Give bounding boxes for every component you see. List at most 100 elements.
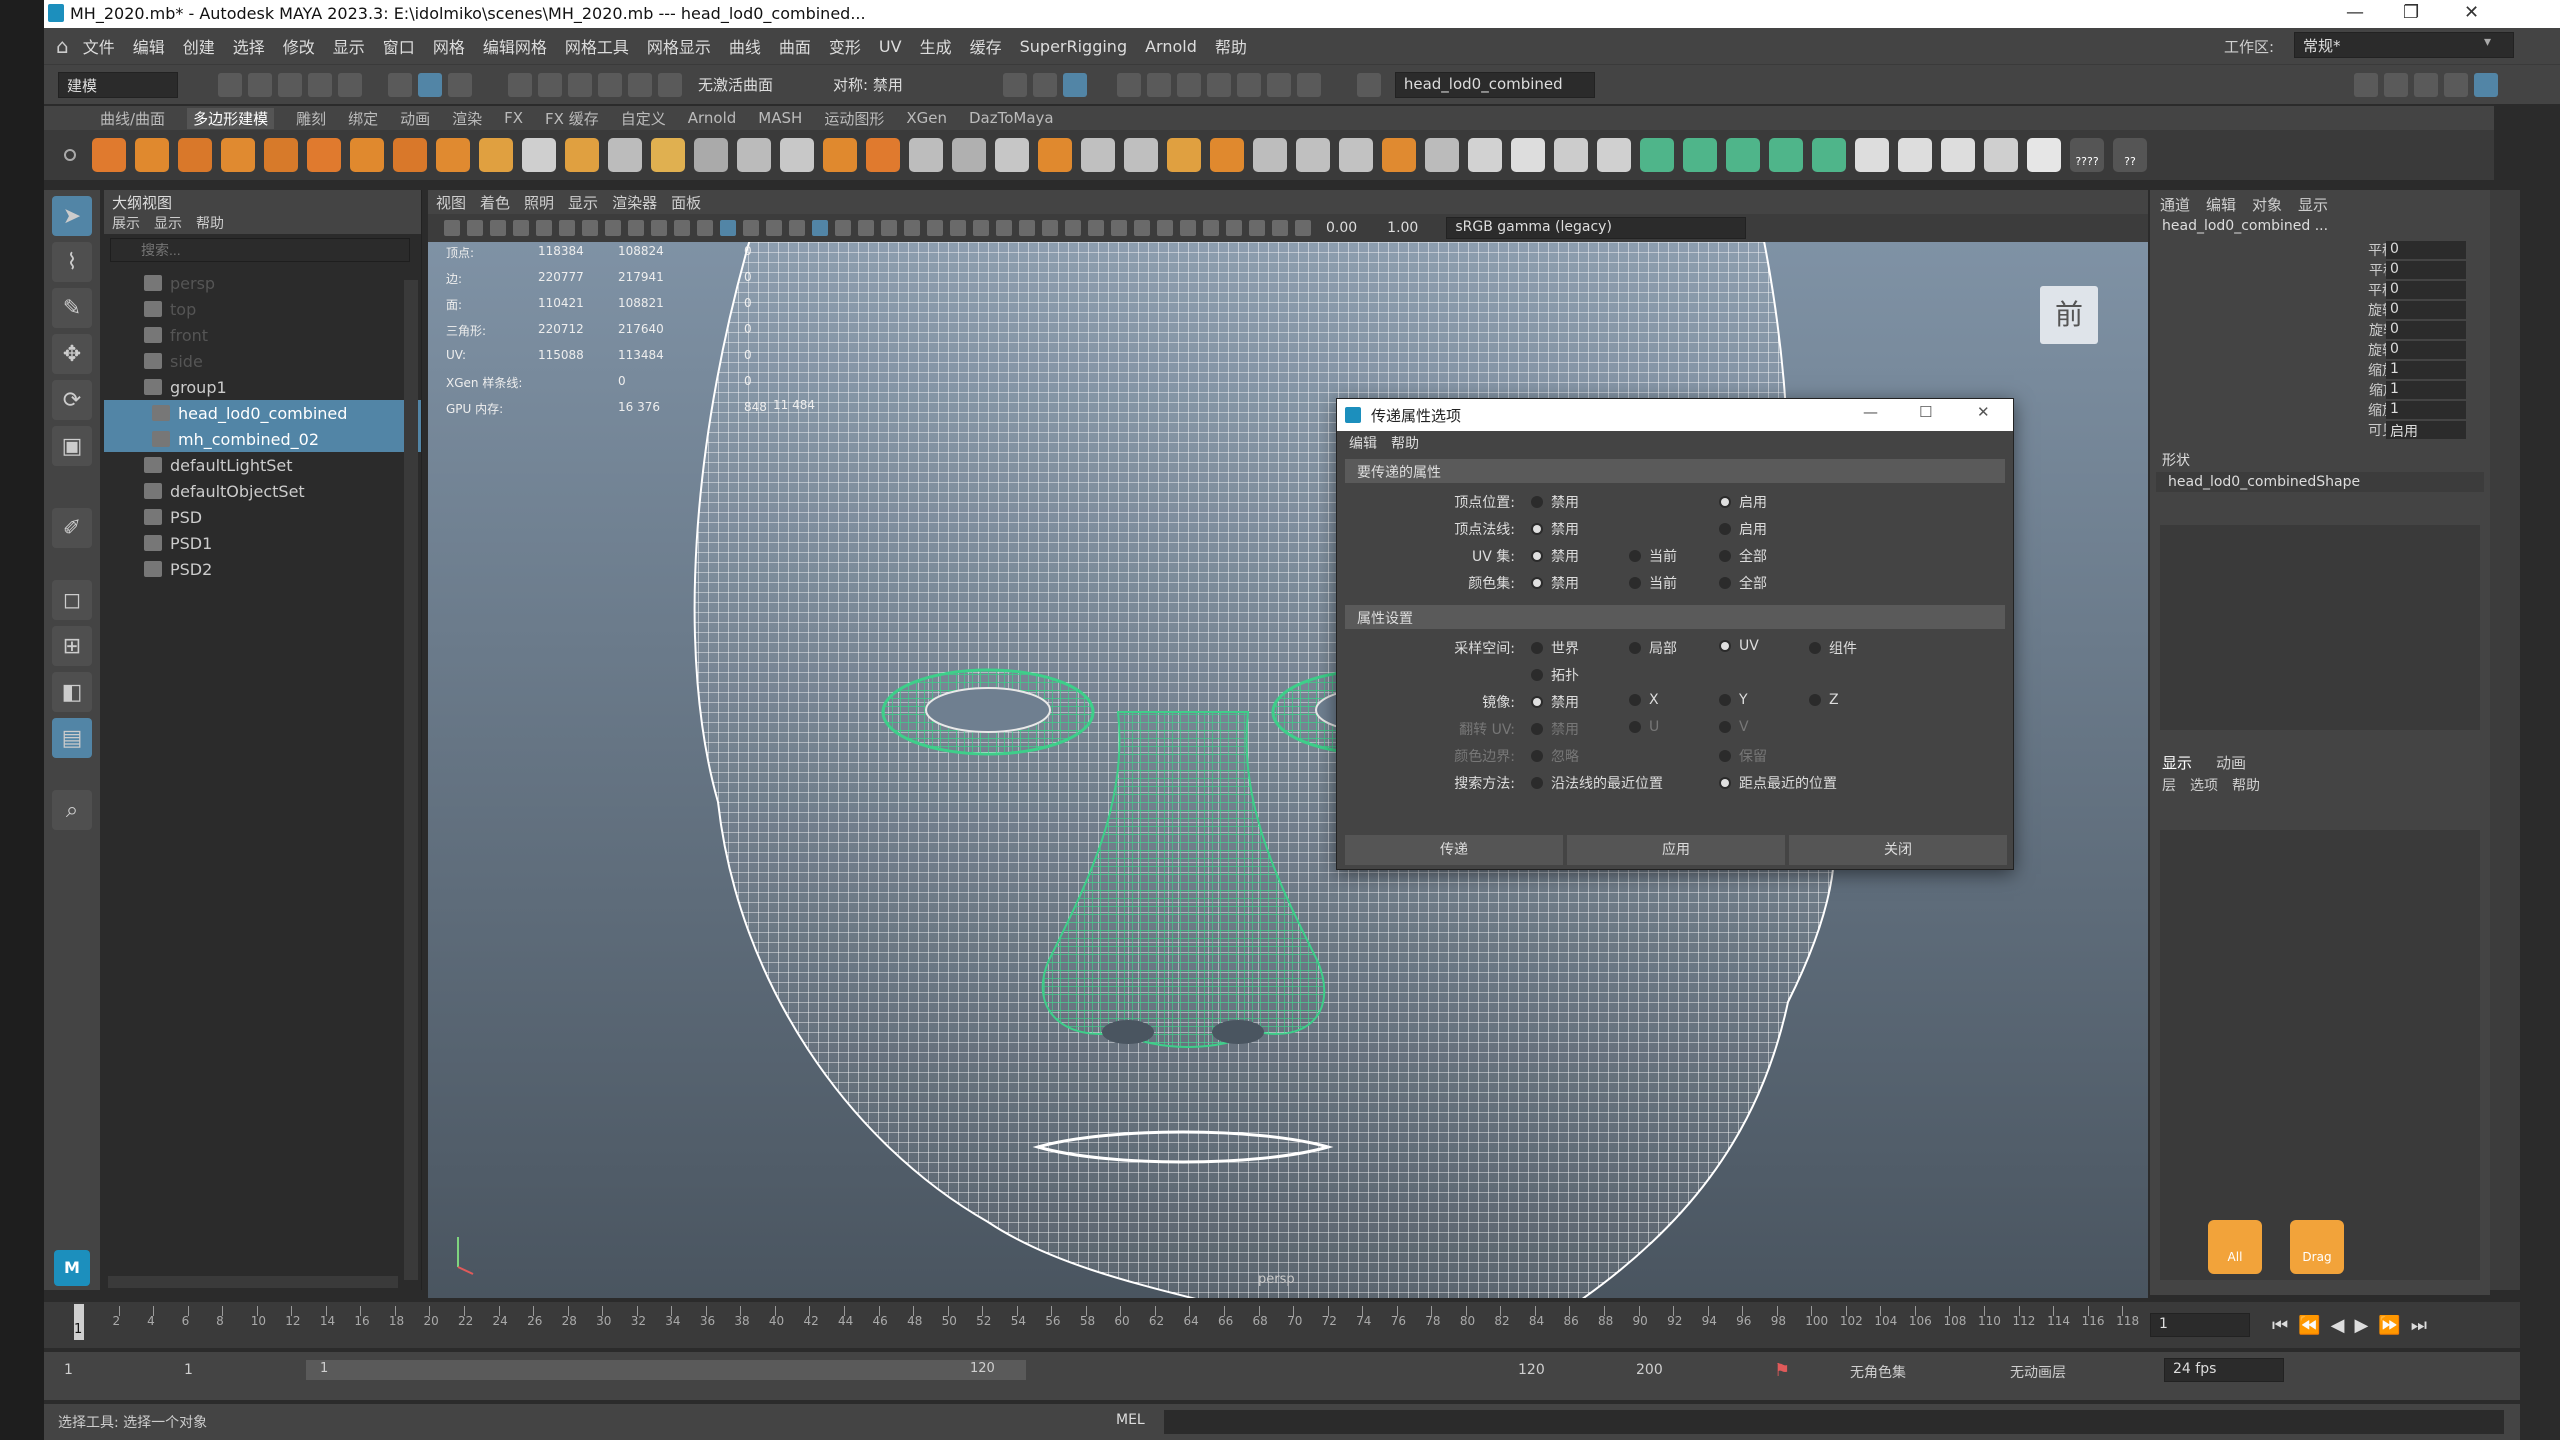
- radio-button[interactable]: [1719, 777, 1731, 789]
- shelf-tool-icon[interactable]: [694, 138, 728, 172]
- radio-option[interactable]: 禁用: [1531, 573, 1579, 593]
- render-frame-icon[interactable]: [1062, 72, 1087, 97]
- shelf-tab[interactable]: 多边形建模: [187, 107, 275, 129]
- viewport-tool-icon[interactable]: [927, 220, 943, 236]
- viewport-menu-item[interactable]: 视图: [436, 192, 466, 213]
- shelf-tab[interactable]: DazToMaya: [969, 109, 1054, 127]
- viewport-tool-icon[interactable]: [973, 220, 989, 236]
- menu-set-dropdown[interactable]: 建模: [58, 71, 178, 98]
- shelf-tool-icon[interactable]: [1425, 138, 1459, 172]
- render-settings-icon[interactable]: [1146, 72, 1171, 97]
- radio-option[interactable]: U: [1629, 719, 1659, 735]
- radio-option[interactable]: 禁用: [1531, 546, 1579, 566]
- radio-option[interactable]: 沿法线的最近位置: [1531, 773, 1663, 793]
- outliner-item[interactable]: persp: [104, 270, 421, 296]
- shelf-tab[interactable]: 渲染: [452, 108, 482, 129]
- shelf-tool-icon[interactable]: [436, 138, 470, 172]
- anim-layer-dropdown[interactable]: 无动画层: [2010, 1362, 2066, 1382]
- menu-item[interactable]: 缓存: [970, 34, 1002, 58]
- viewport-tool-icon[interactable]: [1042, 220, 1058, 236]
- viewport-tool-icon[interactable]: [1180, 220, 1196, 236]
- options-menu[interactable]: 选项: [2190, 775, 2218, 795]
- radio-button[interactable]: [1531, 523, 1543, 535]
- graph-layout-icon[interactable]: ▤: [52, 718, 92, 758]
- shelf-tab[interactable]: 曲线/曲面: [100, 108, 165, 129]
- shelf-tool-icon[interactable]: [1984, 138, 2018, 172]
- radio-option[interactable]: 当前: [1629, 546, 1677, 566]
- outliner-item[interactable]: PSD2: [104, 556, 421, 582]
- viewport-tool-icon[interactable]: [835, 220, 851, 236]
- select-object-icon[interactable]: [418, 72, 442, 97]
- shelf-tool-icon[interactable]: [1081, 138, 1115, 172]
- shelf-tool-icon[interactable]: [1898, 138, 1932, 172]
- radio-button[interactable]: [1531, 577, 1543, 589]
- modeling-toolkit-icon[interactable]: [2354, 73, 2378, 97]
- channel-attribute[interactable]: 可见性启用: [2150, 420, 2490, 440]
- shelf-tab[interactable]: 运动图形: [824, 108, 884, 129]
- viewport-tool-icon[interactable]: [1272, 220, 1288, 236]
- exposure-field[interactable]: 0.00: [1326, 220, 1357, 236]
- fps-dropdown[interactable]: 24 fps: [2164, 1358, 2284, 1382]
- radio-option[interactable]: V: [1719, 719, 1749, 735]
- arnold-render-icon[interactable]: [1266, 72, 1291, 97]
- playback-buttons[interactable]: ⏮⏪◀▶⏩⏭: [2272, 1315, 2437, 1336]
- channel-value[interactable]: 0: [2386, 341, 2466, 359]
- shelf-tool-icon[interactable]: [135, 138, 169, 172]
- radio-option[interactable]: 保留: [1719, 746, 1767, 766]
- snap-live-icon[interactable]: [658, 72, 682, 97]
- radio-option[interactable]: 世界: [1531, 638, 1579, 658]
- channel-attribute[interactable]: 旋转 Y0: [2150, 320, 2490, 340]
- shelf-tool-icon[interactable]: [780, 138, 814, 172]
- channel-value[interactable]: 1: [2386, 401, 2466, 419]
- snap-point-icon[interactable]: [568, 72, 592, 97]
- viewport-tool-icon[interactable]: [812, 220, 828, 236]
- viewport-tool-icon[interactable]: [1134, 220, 1150, 236]
- channel-value[interactable]: 0: [2386, 241, 2466, 259]
- outliner-item[interactable]: defaultObjectSet: [104, 478, 421, 504]
- viewport-tool-icon[interactable]: [697, 220, 713, 236]
- drag-button[interactable]: Drag: [2290, 1220, 2344, 1274]
- radio-button[interactable]: [1531, 750, 1543, 762]
- shelf-tool-icon[interactable]: [1640, 138, 1674, 172]
- radio-button[interactable]: [1629, 642, 1641, 654]
- outliner-item[interactable]: mh_combined_02: [104, 426, 421, 452]
- paint-select-icon[interactable]: ✎: [52, 288, 92, 328]
- last-tool-icon[interactable]: ✐: [52, 508, 92, 548]
- channel-value[interactable]: 0: [2386, 321, 2466, 339]
- channel-attribute[interactable]: 旋转 X0: [2150, 300, 2490, 320]
- shelf-tool-icon[interactable]: [1554, 138, 1588, 172]
- shelf-tool-icon[interactable]: [1941, 138, 1975, 172]
- viewport-tool-icon[interactable]: [1019, 220, 1035, 236]
- outliner-menu-display[interactable]: 显示: [154, 213, 182, 233]
- dialog-menu-edit[interactable]: 编辑: [1349, 433, 1377, 453]
- shelf-tab[interactable]: FX: [504, 109, 523, 127]
- menu-item[interactable]: 网格工具: [565, 34, 629, 58]
- viewport-tool-icon[interactable]: [720, 220, 736, 236]
- radio-option[interactable]: 全部: [1719, 546, 1767, 566]
- channels-menu[interactable]: 通道: [2160, 194, 2190, 215]
- shape-name[interactable]: head_lod0_combinedShape: [2156, 472, 2484, 492]
- playback-end-field[interactable]: 120: [1518, 1362, 1545, 1378]
- outliner-item[interactable]: front: [104, 322, 421, 348]
- radio-button[interactable]: [1719, 721, 1731, 733]
- channel-attribute[interactable]: 缩放 X1: [2150, 360, 2490, 380]
- transfer-button[interactable]: 传递: [1345, 835, 1563, 865]
- viewport-tool-icon[interactable]: [743, 220, 759, 236]
- shelf-tool-icon[interactable]: [823, 138, 857, 172]
- radio-button[interactable]: [1629, 694, 1641, 706]
- redo-icon[interactable]: [338, 72, 362, 97]
- attribute-editor-icon[interactable]: [2414, 73, 2438, 97]
- time-slider[interactable]: 2 4 6 8 10 12 14 16 18 20 22 24 26 28 30 32 34 36 38 40 42 44…: [44, 1302, 2444, 1348]
- radio-button[interactable]: [1629, 550, 1641, 562]
- radio-option[interactable]: 禁用: [1531, 519, 1579, 539]
- menu-item[interactable]: 网格显示: [647, 34, 711, 58]
- snap-view-icon[interactable]: [598, 72, 622, 97]
- radio-button[interactable]: [1531, 777, 1543, 789]
- shelf-tool-icon[interactable]: [221, 138, 255, 172]
- outliner-item[interactable]: group1: [104, 374, 421, 400]
- outliner-hscrollbar[interactable]: [108, 1276, 398, 1288]
- viewport-tool-icon[interactable]: [559, 220, 575, 236]
- radio-button[interactable]: [1629, 721, 1641, 733]
- channel-value[interactable]: 0: [2386, 281, 2466, 299]
- radio-option[interactable]: UV: [1719, 638, 1759, 654]
